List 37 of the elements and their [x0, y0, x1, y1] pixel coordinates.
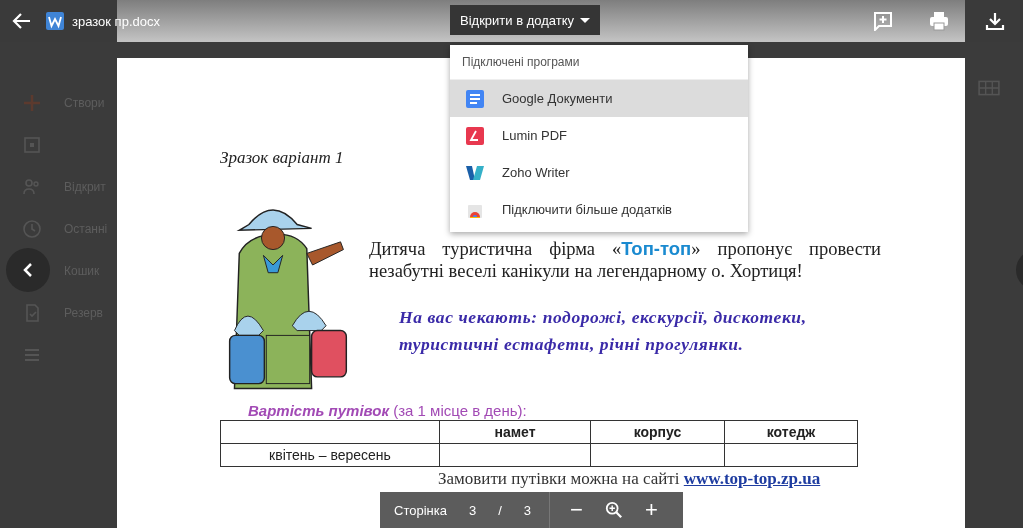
people-icon — [22, 177, 42, 197]
pdf-app-icon — [466, 126, 484, 145]
chevron-left-icon — [23, 262, 33, 278]
table-header: намет — [494, 424, 536, 440]
website-link[interactable]: www.top-top.zp.ua — [683, 469, 821, 488]
open-with-button[interactable]: Відкрити в додатку — [450, 5, 601, 35]
menu-item[interactable]: Lumin PDF — [450, 117, 748, 154]
price-caption: Вартість путівок (за 1 місце в день): — [248, 402, 528, 419]
plus-icon — [22, 93, 42, 113]
order-sentence: Замовити путівки можна на сайті www.top-top.zp.ua — [438, 469, 822, 489]
menu-item[interactable]: Підключити більше додатків — [450, 191, 748, 228]
page-separator: / — [498, 502, 502, 518]
table-header: котедж — [766, 424, 816, 440]
print-icon[interactable] — [929, 11, 949, 31]
zoom-out-button[interactable]: − — [560, 497, 593, 523]
add-comment-icon[interactable] — [873, 11, 893, 31]
offer-paragraph: На вас чекають: подорожі, екскурсії, дискотеки, туристичні естафети, річні прогулянки. — [399, 306, 808, 356]
document-heading: Зразок варіант 1 — [220, 148, 344, 168]
document-lines-icon — [466, 89, 484, 108]
table-cell: квітень – вересень — [269, 447, 391, 463]
folder-icon — [22, 135, 42, 155]
caret-icon — [580, 17, 591, 23]
current-page: 3 — [468, 502, 477, 518]
total-pages: 3 — [523, 502, 532, 518]
page-label: Сторінка — [394, 502, 447, 518]
menu-item[interactable]: Zoho Writer — [450, 154, 748, 191]
back-arrow-icon[interactable] — [12, 11, 32, 31]
word-file-icon — [46, 12, 64, 30]
previous-button[interactable] — [6, 248, 50, 292]
zoom-in-button[interactable]: + — [634, 497, 668, 523]
menu-item[interactable]: Google Документи — [450, 80, 748, 117]
table-header: корпус — [633, 424, 682, 440]
download-icon[interactable] — [985, 11, 1005, 31]
intro-paragraph: Дитяча туристична фірма «Топ-топ» пропонує провести незабутні веселі канікули на легендарному о. Хортиця! — [369, 238, 881, 282]
zoom-icon[interactable] — [604, 501, 623, 519]
clock-icon — [22, 219, 42, 239]
w-letter-icon — [466, 163, 484, 182]
